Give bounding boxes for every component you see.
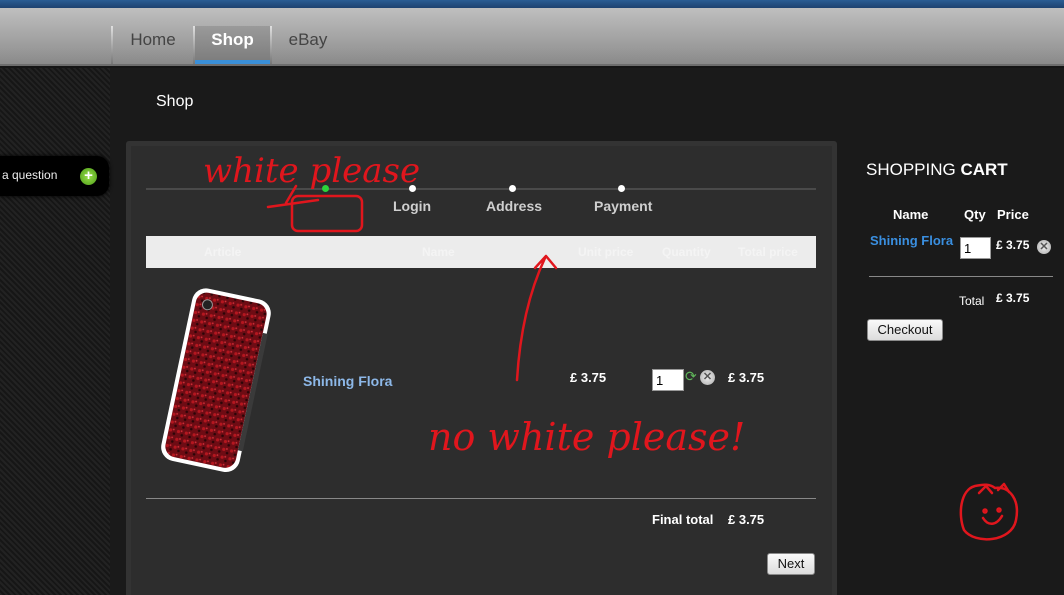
cart-total-value: £ 3.75 bbox=[996, 291, 1030, 305]
left-pattern-background bbox=[0, 68, 110, 595]
final-total-label: Final total bbox=[652, 512, 714, 527]
step-label-payment: Payment bbox=[594, 198, 653, 214]
final-total-value: £ 3.75 bbox=[728, 512, 765, 527]
header-total-price: Total price bbox=[738, 245, 798, 259]
step-dot-login bbox=[409, 185, 416, 192]
cart-title-bold: CART bbox=[960, 160, 1008, 179]
nav-item-shop[interactable]: Shop bbox=[195, 26, 270, 64]
product-unit-price: £ 3.75 bbox=[570, 370, 607, 385]
product-image-phone-case bbox=[161, 288, 271, 472]
checkout-button[interactable]: Checkout bbox=[867, 319, 943, 341]
step-dot-payment bbox=[618, 185, 625, 192]
top-accent-bar bbox=[0, 0, 1064, 8]
cart-remove-icon[interactable]: ✕ bbox=[1037, 240, 1051, 254]
checkout-steps-line bbox=[146, 188, 816, 190]
cart-title-light: SHOPPING bbox=[866, 160, 961, 179]
nav-item-home[interactable]: Home bbox=[113, 26, 193, 64]
step-dot-address bbox=[509, 185, 516, 192]
page-title: Shop bbox=[156, 93, 194, 110]
table-divider bbox=[146, 498, 816, 499]
refresh-icon[interactable]: ⟳ bbox=[685, 369, 699, 383]
step-dot-cart bbox=[322, 185, 329, 192]
product-total-price: £ 3.75 bbox=[728, 370, 765, 385]
plus-circle-icon: + bbox=[80, 168, 97, 185]
cart-header-qty: Qty bbox=[964, 207, 986, 222]
step-label-address: Address bbox=[486, 198, 543, 214]
header-name: Name bbox=[422, 245, 455, 259]
header-article: Article bbox=[204, 245, 242, 259]
ask-question-label: a question bbox=[2, 168, 58, 182]
nav-item-ebay[interactable]: eBay bbox=[272, 26, 344, 64]
cart-item-price: £ 3.75 bbox=[996, 238, 1030, 252]
cart-header-price: Price bbox=[997, 207, 1029, 222]
shopping-cart-title: SHOPPING CART bbox=[866, 160, 1008, 180]
cart-item-name-link[interactable]: Shining Flora bbox=[870, 233, 953, 248]
cart-quantity-input[interactable] bbox=[960, 237, 991, 259]
next-button[interactable]: Next bbox=[767, 553, 815, 575]
ask-question-button[interactable]: a question + bbox=[0, 156, 109, 196]
header-unit-price: Unit price bbox=[578, 245, 634, 259]
product-name-link[interactable]: Shining Flora bbox=[303, 373, 392, 389]
close-circle-icon[interactable]: ✕ bbox=[700, 370, 715, 385]
step-label-login: Login bbox=[393, 198, 432, 214]
cart-header-name: Name bbox=[893, 207, 929, 222]
cart-divider bbox=[869, 276, 1053, 277]
main-nav: Home Shop eBay bbox=[0, 8, 1064, 66]
cart-table-header: Article Name Unit price Quantity Total p… bbox=[146, 236, 816, 268]
header-quantity: Quantity bbox=[662, 245, 711, 259]
product-quantity-input[interactable] bbox=[652, 369, 684, 391]
cart-total-label: Total bbox=[959, 294, 985, 308]
